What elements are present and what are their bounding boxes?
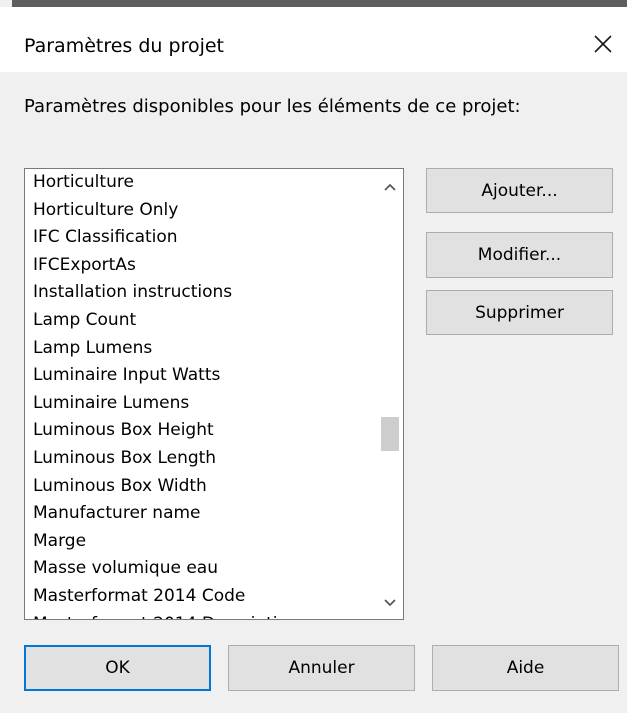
parameter-list-item[interactable]: Luminous Box Width [25, 473, 377, 501]
chevron-down-icon [384, 599, 396, 607]
parameter-list-item[interactable]: Masse volumique eau [25, 555, 377, 583]
window-top-border [12, 0, 627, 7]
parameter-list-item[interactable]: IFCExportAs [25, 252, 377, 280]
modify-button[interactable]: Modifier... [426, 232, 613, 278]
close-icon [594, 35, 612, 53]
parameter-list-item[interactable]: Marge [25, 528, 377, 556]
ok-button[interactable]: OK [24, 645, 211, 691]
dialog-title: Paramètres du projet [24, 35, 225, 57]
parameters-list: Horticulture Horticulture Only IFC Classif… [25, 169, 377, 620]
parameter-list-item[interactable]: Lamp Count [25, 307, 377, 335]
parameter-list-item[interactable]: Luminous Box Length [25, 445, 377, 473]
scroll-down-button[interactable] [377, 590, 403, 616]
listbox-scrollbar[interactable] [377, 169, 403, 619]
help-button[interactable]: Aide [432, 645, 619, 691]
parameter-list-item[interactable]: Luminous Box Height [25, 417, 377, 445]
parameter-list-item[interactable]: Luminaire Lumens [25, 390, 377, 418]
parameter-list-item[interactable]: IFC Classification [25, 224, 377, 252]
parameters-listbox[interactable]: Horticulture Horticulture Only IFC Classif… [24, 168, 404, 620]
parameter-list-item[interactable]: Horticulture [25, 169, 377, 197]
parameter-list-item[interactable]: Masterformat 2014 Code [25, 583, 377, 611]
parameter-list-item[interactable]: Luminaire Input Watts [25, 362, 377, 390]
parameters-prompt: Paramètres disponibles pour les éléments… [24, 96, 521, 117]
parameter-list-item[interactable]: Masterformat 2014 Description [25, 611, 377, 620]
parameter-list-item[interactable]: Lamp Lumens [25, 335, 377, 363]
parameter-list-item[interactable]: Installation instructions [25, 279, 377, 307]
add-button[interactable]: Ajouter... [426, 168, 613, 213]
scroll-up-button[interactable] [377, 174, 403, 200]
scrollbar-thumb[interactable] [381, 417, 399, 451]
parameter-list-item[interactable]: Manufacturer name [25, 500, 377, 528]
chevron-up-icon [384, 183, 396, 191]
parameter-list-item[interactable]: Horticulture Only [25, 197, 377, 225]
close-button[interactable] [586, 28, 620, 60]
cancel-button[interactable]: Annuler [228, 645, 415, 691]
delete-button[interactable]: Supprimer [426, 290, 613, 335]
